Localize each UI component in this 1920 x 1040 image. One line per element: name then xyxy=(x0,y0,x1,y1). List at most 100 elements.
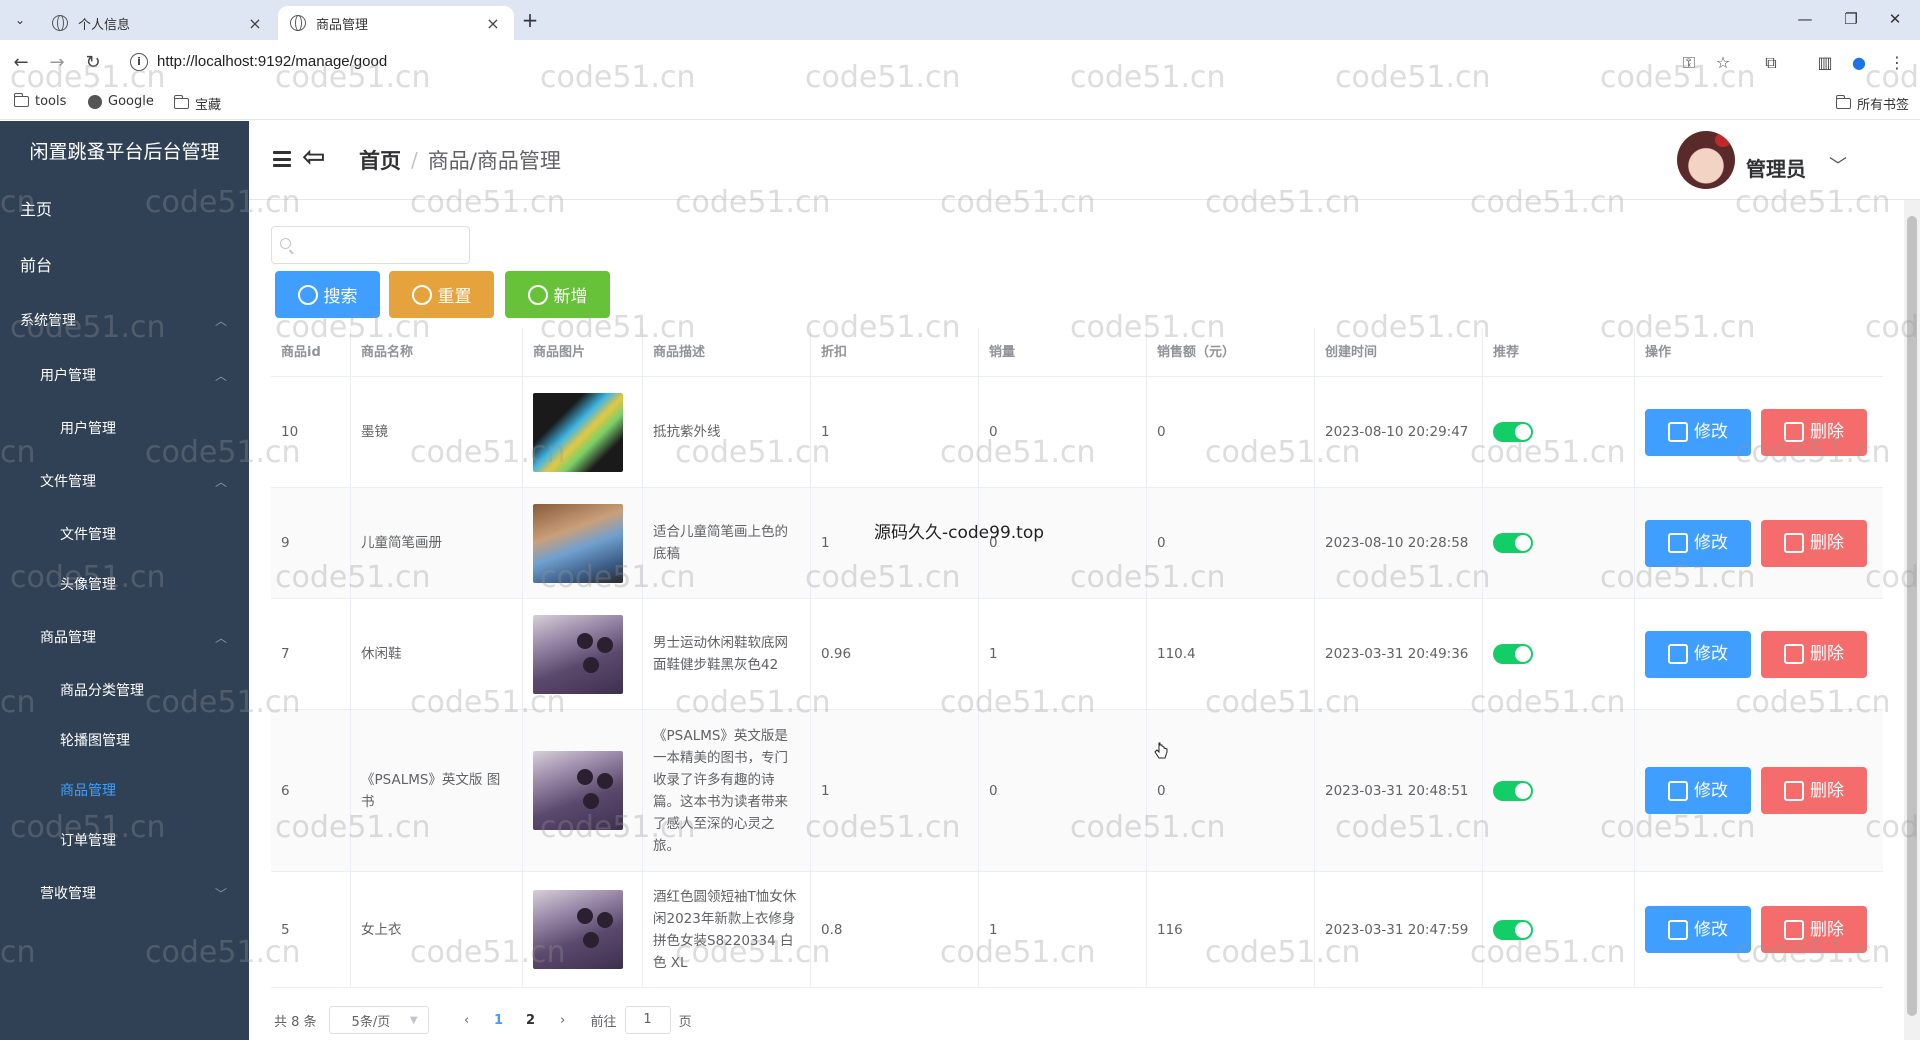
reset-button[interactable]: 重置 xyxy=(389,271,494,318)
bookmark-google[interactable]: Google xyxy=(88,94,154,109)
back-arrow-icon[interactable]: ⇦ xyxy=(302,140,325,173)
add-button[interactable]: 新增 xyxy=(505,271,610,318)
sidebar-item-goods[interactable]: 商品管理 xyxy=(0,766,249,816)
button-label: 修改 xyxy=(1694,780,1728,801)
sidebar-item-file-group[interactable]: 文件管理 ︿ xyxy=(0,457,249,507)
scrollbar-thumb[interactable] xyxy=(1907,216,1917,1016)
browser-toolbar: ← → ↻ i http://localhost:9192/manage/goo… xyxy=(0,40,1920,86)
delete-button[interactable]: 删除 xyxy=(1761,519,1867,567)
edit-icon xyxy=(1668,533,1688,553)
chevron-up-icon: ︿ xyxy=(214,314,227,328)
minimize-icon[interactable]: — xyxy=(1790,8,1820,32)
button-label: 重置 xyxy=(437,287,472,307)
back-icon[interactable]: ← xyxy=(8,50,34,76)
search-icon xyxy=(297,284,318,305)
address-bar[interactable]: http://localhost:9192/manage/good xyxy=(157,53,387,70)
search-box[interactable] xyxy=(271,226,470,264)
delete-button[interactable]: 删除 xyxy=(1761,408,1867,456)
side-panel-icon[interactable]: ▥ xyxy=(1812,50,1838,76)
sidebar-item-home[interactable]: 主页 xyxy=(0,185,249,235)
star-icon[interactable]: ☆ xyxy=(1710,50,1736,76)
page-1-button[interactable]: 1 xyxy=(483,1013,515,1028)
edit-button[interactable]: 修改 xyxy=(1645,767,1751,814)
menu-kebab-icon[interactable]: ⋮ xyxy=(1884,50,1910,76)
close-icon[interactable]: × xyxy=(246,14,264,33)
bookmark-label: 宝藏 xyxy=(195,98,222,113)
search-button[interactable]: 搜索 xyxy=(275,271,380,318)
sidebar-item-front[interactable]: 前台 xyxy=(0,241,249,291)
search-input[interactable] xyxy=(298,227,466,263)
breadcrumb-home[interactable]: 首页 xyxy=(359,145,401,175)
chevron-down-icon[interactable]: ﹀ xyxy=(1829,152,1847,178)
bookmark-tools[interactable]: tools xyxy=(13,93,66,109)
next-page-icon[interactable]: › xyxy=(547,1013,579,1028)
new-tab-icon[interactable]: + xyxy=(518,9,542,33)
key-icon[interactable]: ⚿ xyxy=(1676,50,1702,76)
recommend-switch[interactable] xyxy=(1493,780,1533,801)
recommend-switch[interactable] xyxy=(1493,533,1533,553)
button-label: 删除 xyxy=(1810,780,1844,801)
sidebar-item-orders[interactable]: 订单管理 xyxy=(0,816,249,866)
site-info-icon[interactable]: i xyxy=(130,53,148,71)
cell-discount: 1 xyxy=(811,488,979,598)
forward-icon[interactable]: → xyxy=(44,50,70,76)
prev-page-icon[interactable]: ‹ xyxy=(451,1013,483,1028)
product-image[interactable] xyxy=(533,890,623,969)
sidebar-item-users[interactable]: 用户管理 xyxy=(0,404,249,454)
cell-revenue: 0 xyxy=(1147,488,1315,598)
page-2-button[interactable]: 2 xyxy=(515,1013,547,1028)
product-image[interactable] xyxy=(533,614,623,694)
cell-image xyxy=(523,710,643,871)
edit-button[interactable]: 修改 xyxy=(1645,906,1751,953)
edit-button[interactable]: 修改 xyxy=(1645,630,1751,678)
sidebar-item-system[interactable]: 系统管理 ︿ xyxy=(0,296,249,346)
cell-revenue: 110.4 xyxy=(1147,599,1315,709)
recommend-switch[interactable] xyxy=(1493,422,1533,442)
browser-tab-profile[interactable]: 个人信息 × xyxy=(40,6,276,40)
delete-button[interactable]: 删除 xyxy=(1761,767,1867,814)
menu-toggle-icon[interactable] xyxy=(273,151,291,167)
delete-button[interactable]: 删除 xyxy=(1761,906,1867,953)
table-row: 7 休闲鞋 男士运动休闲鞋软底网面鞋健步鞋黑灰色42 0.96 1 110.4 … xyxy=(271,599,1883,710)
all-bookmarks[interactable]: 所有书签 xyxy=(1835,94,1909,113)
cell-sales: 0 xyxy=(979,488,1147,598)
restore-icon[interactable]: ❐ xyxy=(1836,8,1866,32)
table-row: 10 墨镜 抵抗紫外线 1 0 0 2023-08-10 20:29:47 修改… xyxy=(271,377,1883,488)
profile-icon[interactable]: ● xyxy=(1846,50,1872,76)
sidebar-item-avatars[interactable]: 头像管理 xyxy=(0,560,249,610)
page-size-select[interactable]: 5条/页 ▼ xyxy=(328,1006,429,1034)
close-icon[interactable]: × xyxy=(484,14,502,33)
sidebar-item-goods-group[interactable]: 商品管理 ︿ xyxy=(0,613,249,663)
product-image[interactable] xyxy=(533,503,623,583)
sidebar-item-categories[interactable]: 商品分类管理 xyxy=(0,666,249,716)
column-header: 销售额（元） xyxy=(1147,328,1315,377)
sidebar-item-files[interactable]: 文件管理 xyxy=(0,510,249,560)
sidebar: 闲置跳蚤平台后台管理 主页 前台 系统管理 ︿ 用户管理 ︿ 用户管理 文件管理… xyxy=(0,121,249,1040)
bookmark-treasure[interactable]: 宝藏 xyxy=(173,94,222,113)
folder-icon xyxy=(13,93,29,107)
tab-search-icon[interactable]: ⌄ xyxy=(8,8,32,32)
recommend-switch[interactable] xyxy=(1493,919,1533,940)
edit-button[interactable]: 修改 xyxy=(1645,519,1751,567)
admin-name[interactable]: 管理员 xyxy=(1746,153,1806,182)
trash-icon xyxy=(1784,919,1804,940)
reload-icon[interactable]: ↻ xyxy=(80,50,106,76)
column-header: 推荐 xyxy=(1483,328,1635,377)
sidebar-item-label: 系统管理 xyxy=(20,313,76,329)
browser-tab-goods[interactable]: 商品管理 × xyxy=(278,6,514,40)
delete-button[interactable]: 删除 xyxy=(1761,630,1867,678)
cell-id: 7 xyxy=(271,599,351,709)
product-image[interactable] xyxy=(533,392,623,472)
product-image[interactable] xyxy=(533,751,623,830)
page-scrollbar[interactable] xyxy=(1904,200,1920,1040)
sidebar-item-carousel[interactable]: 轮播图管理 xyxy=(0,716,249,766)
edit-button[interactable]: 修改 xyxy=(1645,408,1751,456)
extensions-icon[interactable]: ⧉ xyxy=(1758,50,1784,76)
sidebar-item-revenue[interactable]: 营收管理 ﹀ xyxy=(0,869,249,919)
goto-page-input[interactable]: 1 xyxy=(624,1006,671,1034)
avatar[interactable] xyxy=(1677,131,1735,189)
window-close-icon[interactable]: ✕ xyxy=(1880,8,1910,32)
recommend-switch[interactable] xyxy=(1493,644,1533,664)
sidebar-item-user-group[interactable]: 用户管理 ︿ xyxy=(0,351,249,401)
cell-recommend xyxy=(1483,377,1635,487)
